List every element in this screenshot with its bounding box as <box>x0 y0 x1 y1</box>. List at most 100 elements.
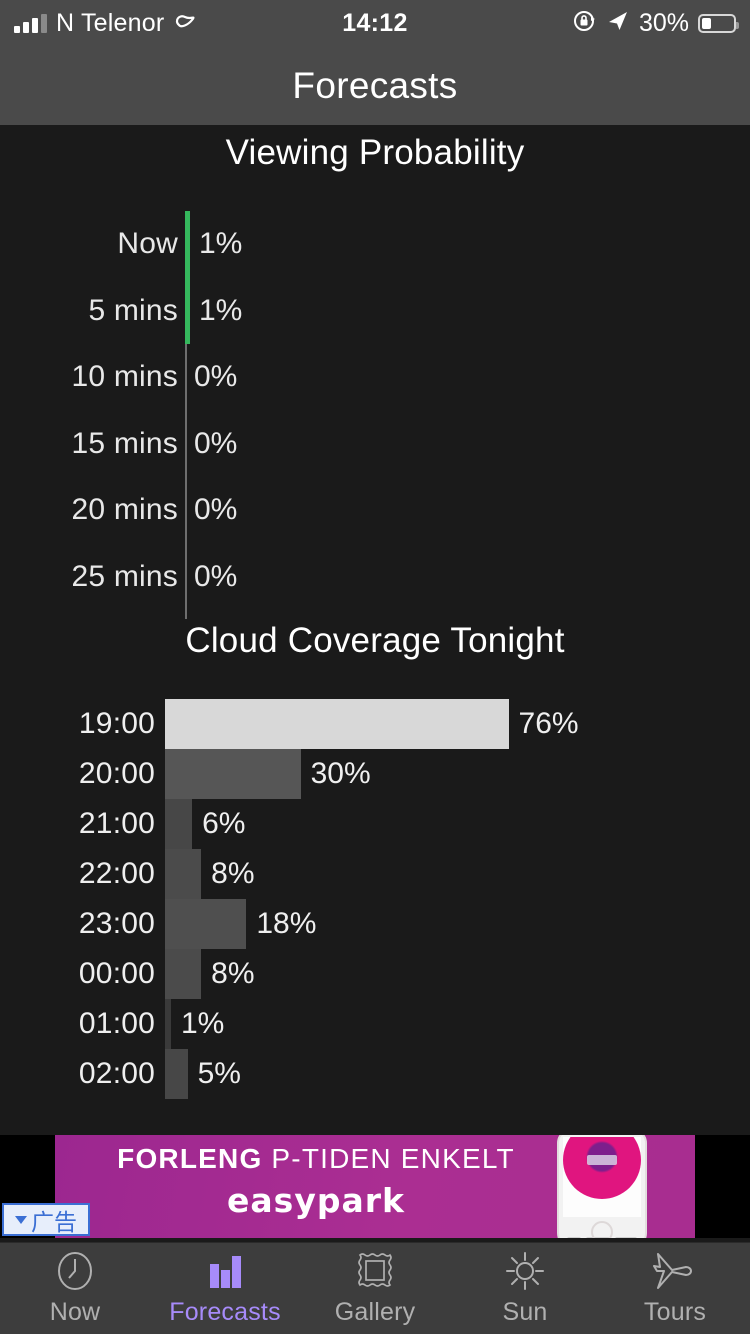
probability-value: 0% <box>194 559 238 593</box>
viewing-probability-title: Viewing Probability <box>225 133 525 172</box>
probability-value: 0% <box>194 493 238 527</box>
bottom-tab-bar: Now Forecasts Gallery Sun Tours <box>0 1242 750 1334</box>
tab-label: Sun <box>502 1298 548 1326</box>
coverage-bar <box>165 749 301 799</box>
nav-bar: Forecasts <box>0 46 750 125</box>
cloud-coverage-row: 20:00 30% <box>0 749 750 799</box>
time-offset-label: 25 mins <box>71 559 178 593</box>
viewing-probability-row: 15 mins 0% <box>0 411 750 478</box>
status-bar-clock: 14:12 <box>342 8 408 37</box>
tab-label: Now <box>49 1298 101 1326</box>
clock-icon <box>54 1250 96 1292</box>
coverage-bar <box>165 849 202 899</box>
bar-track: 1% <box>155 999 750 1049</box>
bar-track: 6% <box>155 799 750 849</box>
picture-frame-icon <box>354 1250 396 1292</box>
bar-track: 76% <box>155 699 750 749</box>
cloud-coverage-row: 19:00 76% <box>0 699 750 749</box>
coverage-bar <box>165 699 509 749</box>
ad-phone-image <box>557 1135 647 1238</box>
time-offset-label: 15 mins <box>71 426 178 460</box>
viewing-probability-row: Now 1% <box>0 211 750 278</box>
bar-track: 8% <box>155 949 750 999</box>
coverage-bar <box>165 799 193 849</box>
time-offset-label: Now <box>117 227 178 261</box>
tab-now[interactable]: Now <box>0 1243 150 1334</box>
chevron-down-icon <box>15 1215 27 1224</box>
coverage-value: 18% <box>256 907 317 940</box>
coverage-bar <box>165 949 202 999</box>
ad-label-badge[interactable]: 广告 <box>2 1203 90 1236</box>
hour-label: 22:00 <box>78 857 155 890</box>
coverage-bar <box>165 1049 188 1099</box>
bar-track: 1% <box>178 211 750 278</box>
probability-value: 0% <box>194 360 238 394</box>
coverage-value: 6% <box>202 807 246 840</box>
probability-value: 1% <box>199 293 243 327</box>
cloud-coverage-row: 00:00 8% <box>0 949 750 999</box>
cloud-coverage-row: 02:00 5% <box>0 1049 750 1099</box>
time-offset-label: 5 mins <box>88 293 178 327</box>
sun-icon <box>504 1250 546 1292</box>
viewing-probability-row: 5 mins 1% <box>0 277 750 344</box>
viewing-probability-row: 10 mins 0% <box>0 344 750 411</box>
coverage-value: 8% <box>211 857 255 890</box>
probability-bar <box>185 277 190 344</box>
probability-value: 0% <box>194 426 238 460</box>
viewing-probability-row: 25 mins 0% <box>0 544 750 611</box>
status-bar: N Telenor 14:12 30% <box>0 0 750 46</box>
advertisement-banner[interactable]: FORLENG P-TIDEN ENKELT easypark <box>0 1135 750 1238</box>
bar-track: 0% <box>178 477 750 544</box>
hour-label: 21:00 <box>78 807 155 840</box>
coverage-bar <box>165 899 247 949</box>
tab-gallery[interactable]: Gallery <box>300 1243 450 1334</box>
ad-headline-rest: P-TIDEN ENKELT <box>262 1143 515 1174</box>
hour-label: 23:00 <box>78 907 155 940</box>
ad-creative[interactable]: FORLENG P-TIDEN ENKELT easypark <box>55 1135 695 1238</box>
hour-label: 00:00 <box>78 957 155 990</box>
tab-label: Tours <box>643 1298 707 1326</box>
page-title: Forecasts <box>292 64 458 106</box>
coverage-value: 8% <box>211 957 255 990</box>
time-offset-label: 20 mins <box>71 493 178 527</box>
coverage-value: 76% <box>518 707 579 740</box>
coverage-value: 1% <box>181 1007 225 1040</box>
tab-label: Forecasts <box>169 1298 281 1326</box>
cloud-coverage-title: Cloud Coverage Tonight <box>185 621 565 660</box>
hour-label: 19:00 <box>78 707 155 740</box>
viewing-probability-row: 20 mins 0% <box>0 477 750 544</box>
ad-headline-bold: FORLENG <box>117 1143 263 1174</box>
cloud-coverage-row: 22:00 8% <box>0 849 750 899</box>
bar-track: 18% <box>155 899 750 949</box>
probability-value: 1% <box>199 227 243 261</box>
tab-forecasts[interactable]: Forecasts <box>150 1243 300 1334</box>
bar-track: 1% <box>178 277 750 344</box>
cloud-coverage-rows: 19:00 76% 20:00 30% 21:00 6% 22:00 8% 23:00 18% 00… <box>0 699 750 1099</box>
airplane-icon <box>653 1250 697 1292</box>
bar-chart-icon <box>204 1250 246 1292</box>
coverage-value: 30% <box>310 757 371 790</box>
viewing-probability-rows: Now 1% 5 mins 1% 10 mins 0% 15 mins 0% 20 mins 0%… <box>0 211 750 610</box>
cloud-coverage-row: 21:00 6% <box>0 799 750 849</box>
hour-label: 01:00 <box>78 1007 155 1040</box>
hour-label: 20:00 <box>78 757 155 790</box>
bar-track: 0% <box>178 344 750 411</box>
coverage-bar <box>165 999 171 1049</box>
hour-label: 02:00 <box>78 1057 155 1090</box>
coverage-value: 5% <box>197 1057 241 1090</box>
bar-track: 0% <box>178 544 750 611</box>
cloud-coverage-row: 01:00 1% <box>0 999 750 1049</box>
tab-sun[interactable]: Sun <box>450 1243 600 1334</box>
ad-label-text: 广告 <box>31 1209 77 1236</box>
time-offset-label: 10 mins <box>71 360 178 394</box>
scroll-content[interactable]: Viewing Probability Now 1% 5 mins 1% 10 mins… <box>0 125 750 1135</box>
cloud-coverage-chart: 19:00 76% 20:00 30% 21:00 6% 22:00 8% 23:00 18% 00… <box>0 699 750 1099</box>
ad-brand: easypark <box>227 1181 405 1220</box>
ad-text-block: FORLENG P-TIDEN ENKELT easypark <box>55 1143 577 1220</box>
bar-track: 30% <box>155 749 750 799</box>
tab-tours[interactable]: Tours <box>600 1243 750 1334</box>
battery-icon <box>698 13 739 33</box>
viewing-probability-chart: Now 1% 5 mins 1% 10 mins 0% 15 mins 0% 20 mins 0%… <box>0 211 750 621</box>
tab-label: Gallery <box>334 1298 416 1326</box>
probability-bar <box>185 211 190 278</box>
